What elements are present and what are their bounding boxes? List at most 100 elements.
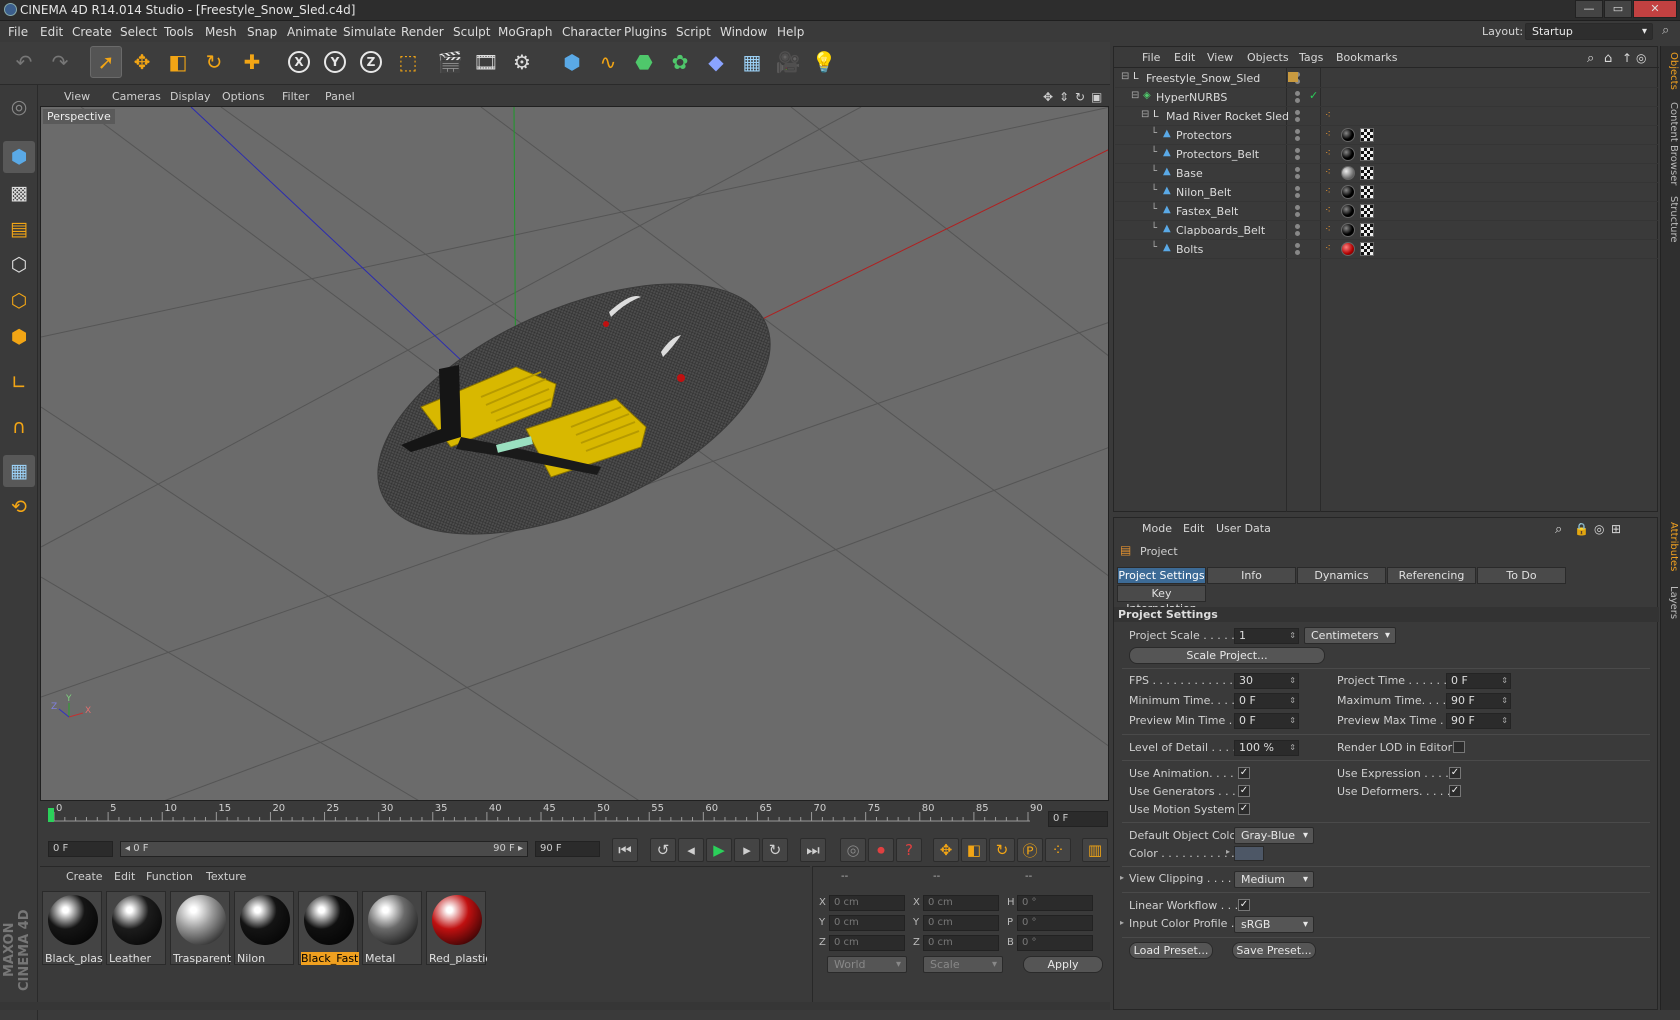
object-row[interactable]: └ ▲ Protectors ⁖ [1115,126,1658,145]
objects-menu-objects[interactable]: Objects [1247,51,1289,64]
project-scale-unit-dropdown[interactable]: Centimeters [1304,627,1396,644]
rotation-h-field[interactable]: 0 ° [1017,895,1093,911]
editor-visibility-dot[interactable] [1295,186,1300,191]
fps-input[interactable]: 30 ⇕ [1234,673,1299,689]
menu-create[interactable]: Create [72,25,112,39]
attr-menu-mode[interactable]: Mode [1142,522,1172,535]
side-tab-structure[interactable]: Structure [1663,196,1679,243]
material-swatch[interactable]: Metal [362,891,422,965]
tab-project-settings[interactable]: Project Settings [1117,567,1206,584]
side-tab-layers[interactable]: Layers [1663,586,1679,619]
array-icon[interactable]: ✿ [664,46,696,78]
phong-tag-icon[interactable]: ⁖ [1325,186,1331,197]
position-x-field[interactable]: 0 cm [829,895,905,911]
up-arrow-icon[interactable]: ↑ [1622,51,1632,65]
perspective-viewport[interactable]: Y X Z Perspective [40,106,1109,801]
position-y-field[interactable]: 0 cm [829,915,905,931]
preview-max-input[interactable]: 90 F ⇕ [1446,713,1511,729]
editor-visibility-dot[interactable] [1295,129,1300,134]
material-tag-icon[interactable] [1341,242,1355,256]
render-lod-checkbox[interactable] [1453,741,1465,753]
project-time-input[interactable]: 0 F ⇕ [1446,673,1511,689]
use-deformers-checkbox[interactable]: ✓ [1449,785,1461,797]
use-generators-checkbox[interactable]: ✓ [1238,785,1250,797]
menu-simulate[interactable]: Simulate [343,25,396,39]
viewport-menu-view[interactable]: View [64,90,90,103]
texture-mode-icon[interactable]: ▩ [3,177,35,209]
attr-menu-userdata[interactable]: User Data [1216,522,1271,535]
maximum-time-input[interactable]: 90 F ⇕ [1446,693,1511,709]
undo-icon[interactable]: ↶ [8,46,40,78]
viewport-rotate-icon[interactable]: ↻ [1075,90,1085,104]
menu-help[interactable]: Help [777,25,804,39]
go-to-end-icon[interactable]: ⏭ [800,838,826,862]
search-icon[interactable]: ⌕ [1587,51,1594,66]
viewport-menu-display[interactable]: Display [170,90,211,103]
save-preset-button[interactable]: Save Preset... [1232,942,1316,959]
previous-key-icon[interactable]: ↺ [650,838,676,862]
size-z-field[interactable]: 0 cm [923,935,999,951]
floor-icon[interactable]: ▦ [736,46,768,78]
object-row[interactable]: └ ▲ Fastex_Belt ⁖ [1115,202,1658,221]
collapse-toggle-icon[interactable]: ⊟ [1131,90,1139,101]
workplane-mode-icon[interactable]: ▤ [3,213,35,245]
editor-visibility-dot[interactable] [1295,205,1300,210]
preview-min-input[interactable]: 0 F ⇕ [1234,713,1299,729]
tab-referencing[interactable]: Referencing [1387,567,1476,584]
viewport-menu-panel[interactable]: Panel [325,90,355,103]
objects-menu-bookmarks[interactable]: Bookmarks [1336,51,1397,64]
make-editable-icon[interactable]: ◎ [3,91,35,123]
search-icon[interactable]: ⌕ [1555,522,1562,537]
menu-window[interactable]: Window [720,25,767,39]
coord-system-dropdown[interactable]: World [827,956,907,973]
key-scale-icon[interactable]: ◧ [961,838,987,862]
rotation-b-field[interactable]: 0 ° [1017,935,1093,951]
minimum-time-input[interactable]: 0 F ⇕ [1234,693,1299,709]
live-selection-icon[interactable]: ➚ [90,46,122,78]
collapse-toggle-icon[interactable]: ⊟ [1121,71,1129,82]
render-picture-viewer-icon[interactable]: 🎞 [470,46,502,78]
use-motion-checkbox[interactable]: ✓ [1238,803,1250,815]
input-color-profile-dropdown[interactable]: sRGB [1234,916,1314,933]
go-to-start-icon[interactable]: ⏮ [612,838,638,862]
render-visibility-dot[interactable] [1295,117,1300,122]
snap-magnet-icon[interactable]: ∩ [3,411,35,443]
viewport-menu-filter[interactable]: Filter [282,90,309,103]
next-frame-icon[interactable]: ▸ [734,838,760,862]
menu-tools[interactable]: Tools [164,25,194,39]
settings-icon[interactable]: ◎ [1594,522,1604,536]
editor-visibility-dot[interactable] [1295,167,1300,172]
z-axis-lock-icon[interactable]: Z [355,46,387,78]
objects-menu-tags[interactable]: Tags [1299,51,1323,64]
light-icon[interactable]: 💡 [808,46,840,78]
render-visibility-dot[interactable] [1295,98,1300,103]
phong-tag-icon[interactable]: ⁖ [1325,224,1331,235]
menu-character[interactable]: Character [562,25,621,39]
axis-mode-icon[interactable]: ∟ [3,367,35,399]
objects-menu-file[interactable]: File [1142,51,1160,64]
polygons-mode-icon[interactable]: ⬢ [3,321,35,353]
object-row[interactable]: ⊟ ◈ HyperNURBS ✓ [1115,88,1658,107]
phong-tag-icon[interactable]: ⁖ [1325,148,1331,159]
key-pla-icon[interactable]: ⁘ [1045,838,1071,862]
side-tab-objects[interactable]: Objects [1663,52,1679,90]
render-visibility-dot[interactable] [1295,174,1300,179]
redo-icon[interactable]: ↷ [44,46,76,78]
size-y-field[interactable]: 0 cm [923,915,999,931]
phong-tag-icon[interactable]: ⁖ [1325,129,1331,140]
timeline-ruler[interactable]: 0 5 10 15 20 25 30 35 40 45 50 55 60 65 70 75 80 85 90 0 F [40,803,1110,835]
menu-sculpt[interactable]: Sculpt [453,25,490,39]
object-row[interactable]: ⊟ L Freestyle_Snow_Sled [1115,69,1658,88]
render-visibility-dot[interactable] [1295,231,1300,236]
layout-dropdown[interactable]: Startup [1525,23,1653,40]
render-visibility-dot[interactable] [1295,250,1300,255]
uvw-tag-icon[interactable] [1360,185,1374,199]
side-tab-attributes[interactable]: Attributes [1663,522,1679,571]
autokey-icon[interactable]: ? [896,838,922,862]
move-tool-icon[interactable]: ✥ [126,46,158,78]
record-icon[interactable]: ⏺ [868,838,894,862]
coordinate-system-icon[interactable]: ⬚ [392,46,424,78]
color-swatch[interactable] [1234,846,1264,861]
render-visibility-dot[interactable] [1295,212,1300,217]
home-icon[interactable]: ⌂ [1604,51,1612,66]
